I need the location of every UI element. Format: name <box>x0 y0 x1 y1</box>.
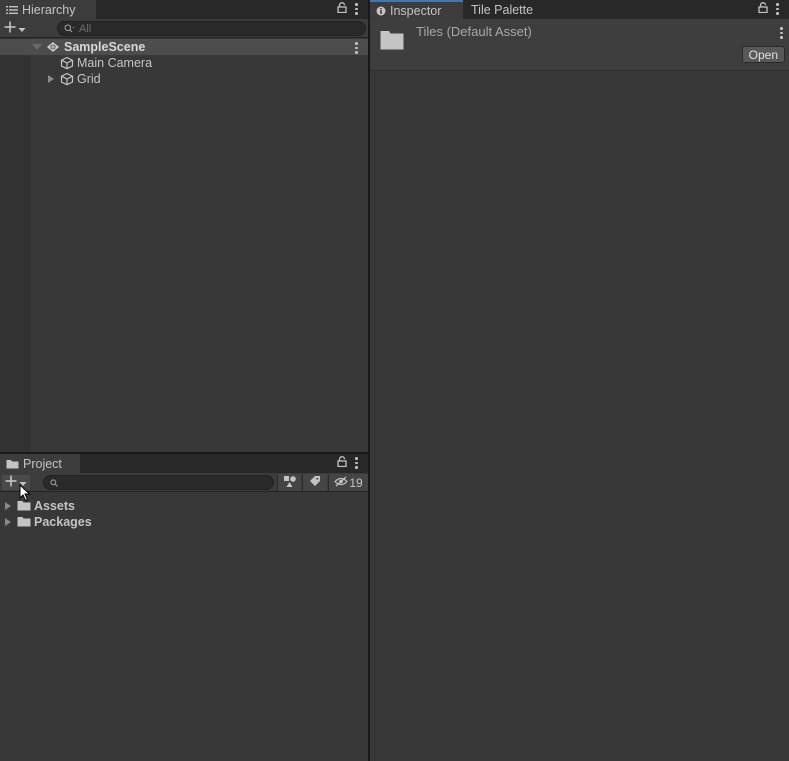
search-by-label-button[interactable] <box>302 474 327 491</box>
hierarchy-item[interactable]: Grid <box>0 71 368 87</box>
scene-menu-icon[interactable] <box>355 42 358 54</box>
project-folder-row[interactable]: Packages <box>0 514 368 530</box>
tile-palette-tab-label: Tile Palette <box>471 2 534 17</box>
project-folder-row[interactable]: Assets <box>0 498 368 514</box>
hierarchy-toolbar: All <box>0 19 368 38</box>
inspector-tab-label: Inspector <box>390 3 442 18</box>
project-search-input[interactable] <box>43 475 274 490</box>
hierarchy-menu-icon[interactable] <box>355 3 358 15</box>
project-panel: Project 19 Assets Packages <box>0 454 368 761</box>
gameobject-cube-icon <box>60 72 74 89</box>
hierarchy-panel: Hierarchy All SampleScene Main Camera Gr… <box>0 0 368 452</box>
folder-icon <box>17 516 31 530</box>
hidden-packages-count: 19 <box>349 475 363 490</box>
inspector-tabbar: Inspector Tile Palette <box>370 0 789 19</box>
hierarchy-tab-controls <box>337 2 358 16</box>
lock-icon[interactable] <box>337 2 347 16</box>
large-folder-icon <box>380 29 404 53</box>
asset-header: Tiles (Default Asset) Open <box>370 19 789 71</box>
dropdown-arrow-icon <box>18 22 26 36</box>
expand-arrow-icon[interactable] <box>5 518 11 526</box>
plus-icon <box>5 475 17 490</box>
hidden-packages-toggle[interactable]: 19 <box>328 474 368 491</box>
lock-icon[interactable] <box>337 456 347 470</box>
eye-slash-icon <box>334 476 349 490</box>
list-icon <box>6 5 18 15</box>
search-icon <box>64 22 75 36</box>
inspector-panel: Inspector Tile Palette Tiles (Default As… <box>370 0 789 761</box>
folder-label: Assets <box>34 499 75 513</box>
hierarchy-item-label: Main Camera <box>77 56 153 70</box>
tab-hierarchy[interactable]: Hierarchy <box>0 0 96 19</box>
expand-arrow-icon[interactable] <box>48 75 54 83</box>
project-tab-controls <box>337 456 358 470</box>
hierarchy-tab-label: Hierarchy <box>22 2 76 17</box>
mouse-cursor-icon <box>19 483 31 505</box>
open-button[interactable]: Open <box>741 46 785 63</box>
search-placeholder: All <box>79 22 92 35</box>
expand-arrow-icon[interactable] <box>32 44 42 50</box>
create-button[interactable] <box>4 21 26 36</box>
shapes-filter-icon <box>283 475 297 491</box>
tab-tile-palette[interactable]: Tile Palette <box>465 0 539 19</box>
lock-icon[interactable] <box>758 2 768 16</box>
tab-project[interactable]: Project <box>0 454 80 473</box>
hierarchy-search-input[interactable]: All <box>57 21 366 36</box>
tab-inspector[interactable]: Inspector <box>370 0 463 19</box>
scene-name: SampleScene <box>64 40 146 54</box>
hierarchy-item[interactable]: Main Camera <box>0 55 368 71</box>
project-tabbar: Project <box>0 454 368 473</box>
hierarchy-gutter <box>0 38 31 452</box>
asset-menu-icon[interactable] <box>780 27 783 39</box>
search-icon <box>50 476 58 490</box>
inspector-tab-controls <box>758 2 779 16</box>
hierarchy-item-label: Grid <box>77 72 101 86</box>
folder-label: Packages <box>34 515 92 529</box>
hierarchy-tabbar: Hierarchy <box>0 0 368 19</box>
expand-arrow-icon[interactable] <box>5 502 11 510</box>
folder-icon <box>6 459 19 469</box>
info-icon <box>376 6 386 16</box>
asset-title: Tiles (Default Asset) <box>416 24 532 39</box>
inspector-menu-icon[interactable] <box>776 3 779 15</box>
scene-row[interactable]: SampleScene <box>0 39 368 55</box>
plus-icon <box>4 21 16 36</box>
tag-icon <box>309 475 321 490</box>
search-by-type-button[interactable] <box>277 474 301 491</box>
project-toolbar: 19 <box>0 473 368 492</box>
project-tab-label: Project <box>23 456 62 471</box>
project-menu-icon[interactable] <box>355 457 358 469</box>
